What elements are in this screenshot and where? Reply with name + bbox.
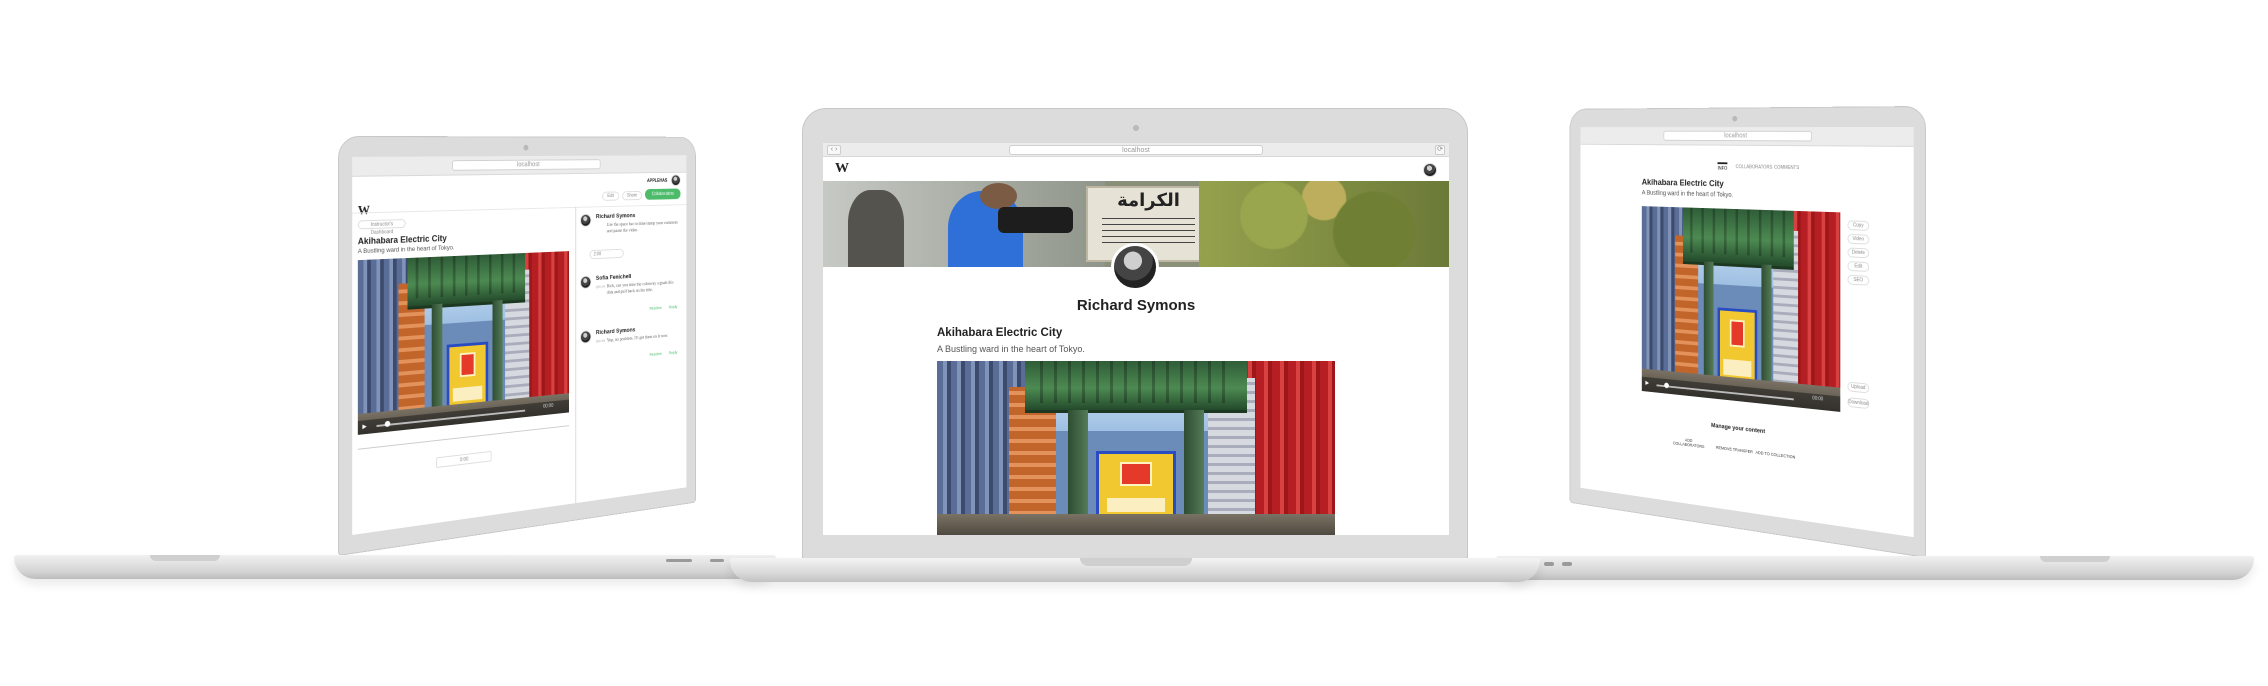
delete-button[interactable]: Delete bbox=[1847, 247, 1870, 259]
share-button[interactable]: Share bbox=[622, 191, 642, 201]
comment-input[interactable]: 2:00 bbox=[580, 248, 627, 260]
page-input[interactable]: 0:00 bbox=[436, 450, 492, 469]
user-avatar-icon[interactable] bbox=[1423, 163, 1437, 177]
back-button[interactable]: ‹ › bbox=[827, 145, 841, 155]
upload-button[interactable]: Upload bbox=[1847, 381, 1870, 394]
video-title: Akihabara Electric City bbox=[1641, 177, 1724, 190]
play-icon[interactable]: ▶ bbox=[1645, 380, 1649, 386]
add-to-collection-link[interactable]: ADD TO COLLECTION bbox=[1756, 450, 1796, 460]
avatar-icon bbox=[580, 275, 592, 289]
left-laptop-base bbox=[14, 555, 776, 579]
browser-toolbar: localhost bbox=[1580, 127, 1914, 147]
video-subtitle: A Bustling ward in the heart of Tokyo. bbox=[357, 244, 455, 256]
avatar-icon bbox=[580, 330, 592, 344]
video-button[interactable]: Video bbox=[1847, 233, 1870, 245]
video-player[interactable]: ▶ 00:00 bbox=[357, 251, 570, 435]
banner-sign-text: الكرامة bbox=[1117, 190, 1180, 212]
site-logo[interactable]: W bbox=[358, 202, 370, 218]
right-laptop-port bbox=[1562, 562, 1572, 566]
video-subtitle: A Bustling ward in the heart of Tokyo. bbox=[937, 344, 1085, 354]
tab-info[interactable]: INFO bbox=[1717, 162, 1728, 172]
browser-toolbar: ‹ › localhost ⟳ bbox=[823, 143, 1449, 157]
comment-text: Use the space bar to time/stamp your com… bbox=[606, 221, 678, 235]
profile-avatar-icon[interactable] bbox=[1111, 243, 1159, 291]
list-item: Richard Symons Use the space bar to time… bbox=[580, 211, 683, 234]
add-collaborators-link[interactable]: ADD COLLABORATORS bbox=[1673, 436, 1705, 450]
comment-time-input[interactable]: 2:00 bbox=[589, 248, 624, 260]
comment-author: Richard Symons bbox=[595, 326, 636, 337]
comment-author: Richard Symons bbox=[595, 212, 636, 221]
url-bar[interactable]: localhost bbox=[451, 159, 601, 171]
left-laptop-lid: localhost W APPLEHAS Edit Share Collabor… bbox=[338, 136, 696, 556]
center-laptop-lid: ‹ › localhost ⟳ W الكرامة Richard Symons bbox=[802, 108, 1468, 560]
user-name: APPLEHAS bbox=[647, 178, 668, 184]
list-item: Sofia Fenichell @0:34 Rick, can you time… bbox=[580, 271, 683, 311]
reply-link[interactable]: Reply bbox=[669, 350, 677, 355]
column-divider bbox=[575, 206, 577, 504]
browser-toolbar: localhost bbox=[352, 155, 687, 177]
center-screen: ‹ › localhost ⟳ W الكرامة Richard Symons bbox=[823, 143, 1449, 535]
list-item: Richard Symons @0:45 Yup, no problem. I'… bbox=[580, 323, 683, 357]
camera-icon bbox=[1133, 125, 1139, 131]
left-laptop-port bbox=[666, 559, 692, 562]
comment-meta: @0:45 bbox=[595, 338, 606, 344]
right-laptop-base bbox=[1496, 556, 2254, 580]
resolve-link[interactable]: Resolve bbox=[649, 351, 661, 356]
user-avatar-icon[interactable] bbox=[671, 174, 681, 187]
seo-button[interactable]: SEO bbox=[1847, 274, 1870, 286]
breadcrumb[interactable]: Instructor's Dashboard bbox=[357, 219, 406, 236]
download-button[interactable]: Download bbox=[1847, 397, 1870, 410]
remove-transfer-link[interactable]: REMOVE TRANSFER bbox=[1716, 445, 1753, 454]
collaborators-button[interactable]: Collaborators bbox=[644, 188, 681, 200]
right-screen: localhost INFO COLLABORATORS COMMENTS Ak… bbox=[1580, 127, 1914, 538]
play-icon[interactable]: ▶ bbox=[362, 423, 366, 430]
comment-author: Sofia Fenichell bbox=[595, 273, 632, 282]
video-player[interactable] bbox=[937, 361, 1335, 535]
edit-button[interactable]: Edit bbox=[602, 191, 620, 201]
camera-icon bbox=[1732, 115, 1738, 122]
tab-comments[interactable]: COMMENTS bbox=[1774, 165, 1799, 171]
left-laptop-port bbox=[710, 559, 724, 562]
site-logo[interactable]: W bbox=[835, 161, 849, 177]
video-subtitle: A Bustling ward in the heart of Tokyo. bbox=[1641, 189, 1734, 199]
edit-button[interactable]: Edit bbox=[1847, 261, 1870, 272]
resolve-link[interactable]: Resolve bbox=[649, 305, 661, 310]
left-screen: localhost W APPLEHAS Edit Share Collabor… bbox=[352, 155, 687, 535]
video-title: Akihabara Electric City bbox=[937, 327, 1063, 339]
seek-handle[interactable] bbox=[384, 421, 391, 428]
url-bar[interactable]: localhost bbox=[1009, 145, 1263, 155]
video-time: 00:00 bbox=[1812, 395, 1824, 403]
profile-name: Richard Symons bbox=[1076, 297, 1196, 314]
comment-meta: @0:34 bbox=[595, 283, 606, 289]
center-laptop-notch bbox=[1080, 558, 1192, 566]
right-laptop-notch bbox=[2040, 556, 2110, 562]
left-laptop-notch bbox=[150, 555, 220, 561]
video-player[interactable]: ▶ 00:00 bbox=[1641, 206, 1841, 412]
seek-handle[interactable] bbox=[1664, 382, 1669, 389]
camera-icon bbox=[523, 144, 529, 151]
right-laptop-lid: localhost INFO COLLABORATORS COMMENTS Ak… bbox=[1569, 106, 1926, 558]
reply-link[interactable]: Reply bbox=[669, 304, 677, 309]
video-time: 00:00 bbox=[543, 403, 554, 410]
banner-sign-lines bbox=[1102, 212, 1195, 249]
copy-button[interactable]: Copy bbox=[1847, 220, 1870, 231]
comment-text: Rick, can you time the colorway signals … bbox=[606, 280, 674, 296]
tab-collaborators[interactable]: COLLABORATORS bbox=[1736, 164, 1773, 170]
manage-title: Manage your content bbox=[1711, 422, 1766, 436]
right-laptop-port bbox=[1544, 562, 1554, 566]
url-bar[interactable]: localhost bbox=[1663, 130, 1813, 142]
reload-button[interactable]: ⟳ bbox=[1435, 145, 1445, 155]
comments-panel: Richard Symons Use the space bar to time… bbox=[580, 208, 683, 485]
avatar-icon bbox=[580, 213, 592, 227]
